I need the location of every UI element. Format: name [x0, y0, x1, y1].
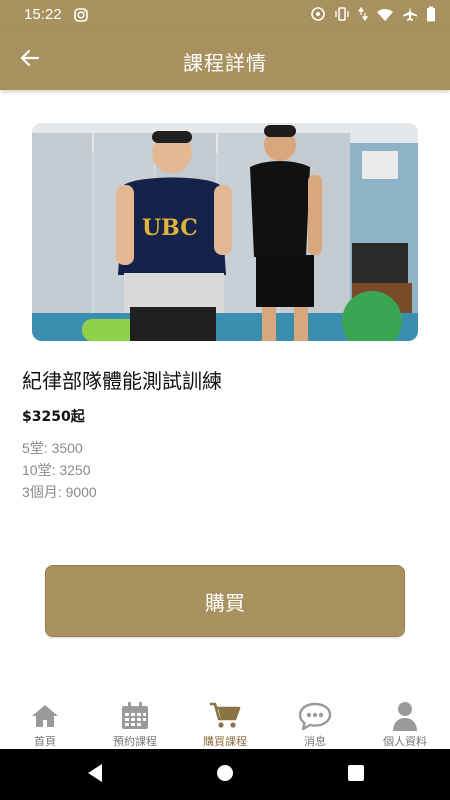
- course-photo-illustration: UBC: [32, 123, 418, 341]
- price-option: 10堂: 3250: [22, 462, 91, 478]
- sync-icon: [310, 6, 326, 26]
- airplane-icon: [402, 6, 418, 26]
- course-title: 紀律部隊體能測試訓練: [22, 369, 222, 393]
- nav-item-purchase[interactable]: 購買課程: [180, 697, 270, 749]
- page-title: 課程詳情: [183, 51, 267, 75]
- course-price: $3250起: [22, 409, 85, 425]
- person-icon: [388, 700, 422, 732]
- battery-icon: [426, 6, 436, 26]
- course-photo: UBC: [32, 123, 418, 341]
- data-arrows-icon: [357, 6, 369, 26]
- nav-label: 個人資料: [383, 735, 427, 748]
- status-icons: [310, 6, 436, 26]
- square-recents-icon: [347, 764, 365, 786]
- system-back-button[interactable]: [83, 763, 107, 787]
- system-nav-bar: [0, 749, 450, 800]
- price-options-list: 5堂: 3500 10堂: 3250 3個月: 9000: [22, 437, 97, 503]
- svg-text:UBC: UBC: [142, 215, 198, 241]
- home-icon: [28, 700, 62, 732]
- calendar-icon: [118, 700, 152, 732]
- wifi-icon: [376, 7, 394, 26]
- nav-item-profile[interactable]: 個人資料: [360, 697, 450, 749]
- circle-home-icon: [215, 763, 235, 787]
- nav-label: 預約課程: [113, 735, 157, 748]
- price-option: 5堂: 3500: [22, 440, 83, 456]
- nav-item-messages[interactable]: 消息: [270, 697, 360, 749]
- nav-label: 購買課程: [203, 735, 247, 748]
- vibrate-icon: [334, 6, 350, 26]
- bottom-nav: 首頁 預約課程 購買課程 消息 個人資料: [0, 697, 450, 749]
- price-option: 3個月: 9000: [22, 484, 97, 500]
- nav-label: 首頁: [34, 735, 56, 748]
- chat-bubble-icon: [298, 700, 332, 732]
- system-recents-button[interactable]: [344, 763, 368, 787]
- system-home-button[interactable]: [213, 763, 237, 787]
- buy-button[interactable]: 購買: [45, 565, 405, 637]
- app-bar: 課程詳情: [0, 30, 450, 90]
- nav-label: 消息: [304, 735, 326, 748]
- cart-icon: [208, 700, 242, 732]
- status-bar: 15:22: [0, 0, 450, 30]
- status-time: 15:22: [24, 6, 62, 23]
- instagram-icon: [74, 7, 88, 26]
- triangle-back-icon: [86, 763, 104, 787]
- nav-item-home[interactable]: 首頁: [0, 697, 90, 749]
- nav-item-booking[interactable]: 預約課程: [90, 697, 180, 749]
